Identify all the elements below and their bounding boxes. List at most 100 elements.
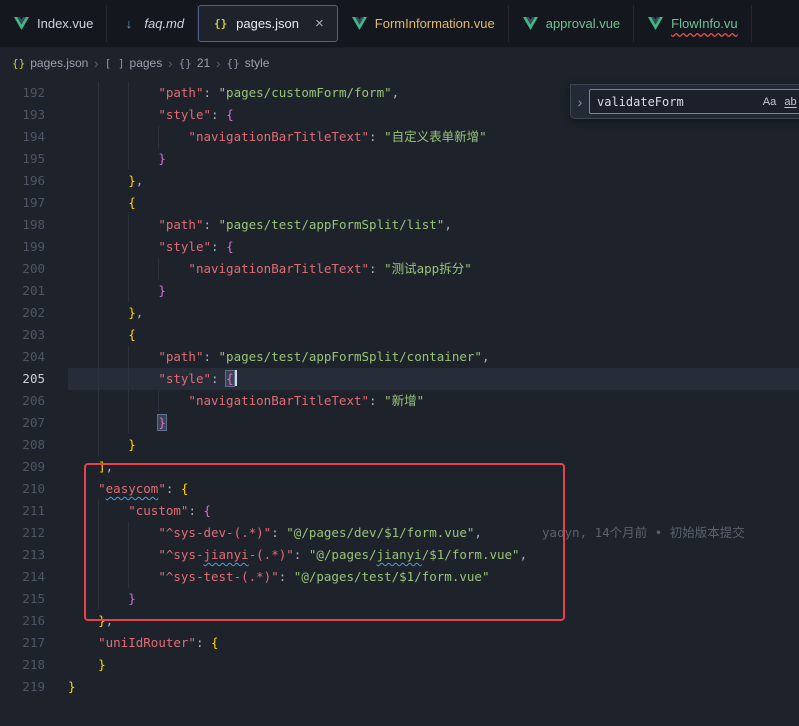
code-line-207[interactable]: 207 } <box>0 412 799 434</box>
line-number[interactable]: 193 <box>0 104 45 126</box>
code-line-202[interactable]: 202 }, <box>0 302 799 324</box>
code-line-215[interactable]: 215 } <box>0 588 799 610</box>
code-token: : <box>203 217 218 232</box>
code-token: "path" <box>158 217 203 232</box>
find-widget[interactable]: › validateForm Aa ab .* <box>570 84 799 119</box>
indent-guide <box>98 148 99 170</box>
code-line-203[interactable]: 203 { <box>0 324 799 346</box>
tab-faq-md[interactable]: ↓faq.md <box>107 5 198 42</box>
line-number[interactable]: 192 <box>0 82 45 104</box>
line-number[interactable]: 212 <box>0 522 45 544</box>
code-line-199[interactable]: 199 "style": { <box>0 236 799 258</box>
toggle-replace-chevron-icon[interactable]: › <box>571 94 589 110</box>
code-line-198[interactable]: 198 "path": "pages/test/appFormSplit/lis… <box>0 214 799 236</box>
breadcrumb-item-pages[interactable]: [ ]pages <box>105 56 163 70</box>
line-number[interactable]: 206 <box>0 390 45 412</box>
code-line-197[interactable]: 197 { <box>0 192 799 214</box>
code-line-208[interactable]: 208 } <box>0 434 799 456</box>
breadcrumb-label: pages <box>130 56 163 70</box>
line-number[interactable]: 198 <box>0 214 45 236</box>
match-case-icon[interactable]: Aa <box>760 92 779 111</box>
indent-guide <box>98 346 99 368</box>
line-number[interactable]: 196 <box>0 170 45 192</box>
tab-approval-vue[interactable]: approval.vue <box>509 5 634 42</box>
code-line-217[interactable]: 217 "uniIdRouter": { <box>0 632 799 654</box>
close-icon[interactable]: × <box>315 16 324 31</box>
indent-guide <box>128 280 129 302</box>
code-line-196[interactable]: 196 }, <box>0 170 799 192</box>
line-number[interactable]: 215 <box>0 588 45 610</box>
indent-guide <box>98 126 99 148</box>
line-number[interactable]: 205 <box>0 368 45 390</box>
find-query-text: validateForm <box>597 95 760 109</box>
code-token: "path" <box>158 85 203 100</box>
line-number[interactable]: 199 <box>0 236 45 258</box>
line-number[interactable]: 200 <box>0 258 45 280</box>
line-number[interactable]: 213 <box>0 544 45 566</box>
code-token: , <box>392 85 400 100</box>
code-line-216[interactable]: 216 }, <box>0 610 799 632</box>
tab-forminformation-vue[interactable]: FormInformation.vue <box>338 5 509 42</box>
code-line-218[interactable]: 218 } <box>0 654 799 676</box>
line-number[interactable]: 204 <box>0 346 45 368</box>
code-token: "自定义表单新增" <box>384 129 487 144</box>
code-line-214[interactable]: 214 "^sys-test-(.*)": "@/pages/test/$1/f… <box>0 566 799 588</box>
code-token: " <box>158 481 166 496</box>
line-number[interactable]: 216 <box>0 610 45 632</box>
line-number[interactable]: 217 <box>0 632 45 654</box>
code-line-205[interactable]: 205 "style": { <box>0 368 799 390</box>
indent-guide <box>128 126 129 148</box>
line-number[interactable]: 197 <box>0 192 45 214</box>
breadcrumb-item-21[interactable]: {}21 <box>179 56 211 70</box>
code-token <box>68 371 158 386</box>
line-number[interactable]: 194 <box>0 126 45 148</box>
vue-icon <box>351 17 368 30</box>
indent-guide <box>98 236 99 258</box>
tab-index-vue[interactable]: Index.vue <box>0 5 107 42</box>
line-number[interactable]: 219 <box>0 676 45 698</box>
line-number[interactable]: 195 <box>0 148 45 170</box>
code-token: "path" <box>158 349 203 364</box>
line-number[interactable]: 211 <box>0 500 45 522</box>
code-line-210[interactable]: 210 "easycom": { <box>0 478 799 500</box>
line-number[interactable]: 201 <box>0 280 45 302</box>
code-line-212[interactable]: 212 "^sys-dev-(.*)": "@/pages/dev/$1/for… <box>0 522 799 544</box>
line-number[interactable]: 202 <box>0 302 45 324</box>
code-line-211[interactable]: 211 "custom": { <box>0 500 799 522</box>
code-line-195[interactable]: 195 } <box>0 148 799 170</box>
breadcrumb-item-style[interactable]: {}style <box>227 56 270 70</box>
symbol-icon: {} <box>179 57 192 70</box>
editor[interactable]: 192 "path": "pages/customForm/form",193 … <box>0 78 799 726</box>
indent-guide <box>98 82 99 104</box>
indent-guide <box>98 412 99 434</box>
line-number[interactable]: 218 <box>0 654 45 676</box>
tab-pages-json[interactable]: {}pages.json× <box>198 5 338 42</box>
code-line-204[interactable]: 204 "path": "pages/test/appFormSplit/con… <box>0 346 799 368</box>
code-token: : <box>196 635 211 650</box>
find-input[interactable]: validateForm Aa ab .* <box>589 89 799 114</box>
line-number[interactable]: 209 <box>0 456 45 478</box>
line-number[interactable]: 207 <box>0 412 45 434</box>
line-number[interactable]: 203 <box>0 324 45 346</box>
git-blame-annotation: yaoyn, 14个月前 • 初始版本提交 <box>542 525 745 540</box>
code-line-209[interactable]: 209 ], <box>0 456 799 478</box>
code-line-213[interactable]: 213 "^sys-jianyi-(.*)": "@/pages/jianyi/… <box>0 544 799 566</box>
code-line-206[interactable]: 206 "navigationBarTitleText": "新增" <box>0 390 799 412</box>
tab-label: FlowInfo.vu <box>671 16 737 31</box>
line-number[interactable]: 208 <box>0 434 45 456</box>
code-line-200[interactable]: 200 "navigationBarTitleText": "测试app拆分" <box>0 258 799 280</box>
code-token <box>68 415 158 430</box>
tab-bar: Index.vue↓faq.md{}pages.json×FormInforma… <box>0 0 799 48</box>
code-token: : <box>166 481 181 496</box>
whole-word-icon[interactable]: ab <box>781 92 799 111</box>
line-number[interactable]: 214 <box>0 566 45 588</box>
breadcrumb-label: style <box>245 56 270 70</box>
code-line-219[interactable]: 219} <box>0 676 799 698</box>
code-token <box>68 481 98 496</box>
line-number[interactable]: 210 <box>0 478 45 500</box>
breadcrumb-item-pages-json[interactable]: {}pages.json <box>12 56 88 70</box>
tab-flowinfo-vu[interactable]: FlowInfo.vu <box>634 5 751 42</box>
code-line-201[interactable]: 201 } <box>0 280 799 302</box>
code-token: "@/pages/dev/$1/form.vue" <box>286 525 474 540</box>
code-line-194[interactable]: 194 "navigationBarTitleText": "自定义表单新增" <box>0 126 799 148</box>
